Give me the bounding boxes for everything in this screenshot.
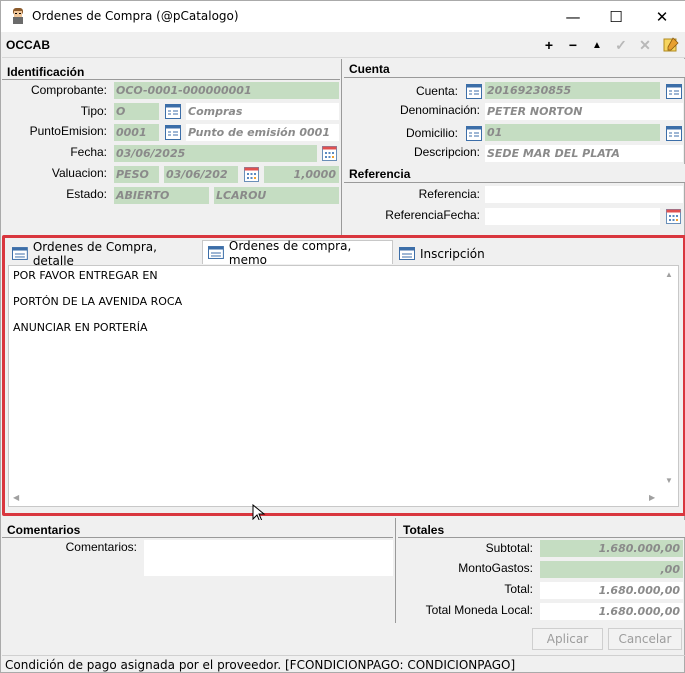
domicilio-label: Domicilio:: [405, 126, 458, 140]
total-moneda-local-label: Total Moneda Local:: [425, 603, 533, 617]
memo-line: ANUNCIAR EN PORTERÍA: [13, 321, 148, 334]
move-up-button[interactable]: ▲: [588, 36, 606, 54]
subtotal-label: Subtotal:: [485, 541, 533, 555]
valuacion-fecha-field[interactable]: 03/06/202: [164, 166, 238, 183]
maximize-button[interactable]: ☐: [593, 1, 639, 32]
cuenta-header: Cuenta: [344, 59, 685, 78]
window-title: Ordenes de Compra (@pCatalogo): [32, 9, 239, 23]
scroll-up-icon[interactable]: ▲: [665, 270, 673, 279]
punto-emision-code-field[interactable]: 0001: [114, 124, 159, 141]
scroll-down-icon[interactable]: ▼: [665, 476, 673, 485]
notes-icon[interactable]: [662, 36, 680, 54]
remove-row-button[interactable]: −: [564, 36, 582, 54]
valuacion-cotizacion-field[interactable]: 1,0000: [264, 166, 339, 183]
aplicar-button[interactable]: Aplicar: [532, 628, 603, 650]
form-icon: [208, 246, 224, 259]
cancel-edit-button[interactable]: ✕: [636, 36, 654, 54]
referencia-field[interactable]: [485, 186, 683, 203]
fecha-field[interactable]: 03/06/2025: [114, 145, 317, 162]
minimize-button[interactable]: —: [550, 1, 596, 32]
calendar-icon[interactable]: [322, 146, 337, 161]
title-bar: Ordenes de Compra (@pCatalogo) — ☐ ✕: [1, 1, 685, 32]
subtotal-field: 1.680.000,00: [540, 540, 683, 557]
comentarios-label: Comentarios:: [65, 540, 137, 554]
estado-label: Estado:: [66, 187, 107, 201]
referencia-fecha-field[interactable]: [485, 208, 660, 225]
panel-divider: [341, 59, 342, 235]
referencia-calendar-icon[interactable]: [666, 209, 681, 224]
valuacion-calendar-icon[interactable]: [244, 167, 259, 182]
memo-line: POR FAVOR ENTREGAR EN: [13, 269, 158, 282]
domicilio-lookup-icon[interactable]: [466, 126, 482, 141]
totales-header: Totales: [398, 520, 685, 538]
estado-usuario-field: LCAROU: [214, 187, 339, 204]
comentarios-field[interactable]: [144, 540, 393, 576]
fecha-label: Fecha:: [70, 145, 107, 159]
valuacion-moneda-field[interactable]: PESO: [114, 166, 159, 183]
referencia-label: Referencia:: [418, 187, 480, 201]
identificacion-header: Identificación: [2, 62, 340, 80]
scroll-right-icon[interactable]: ▶: [649, 493, 655, 502]
valuacion-label: Valuacion:: [51, 166, 107, 180]
close-button[interactable]: ✕: [639, 1, 685, 32]
descripcion-field: SEDE MAR DEL PLATA: [485, 145, 683, 162]
tipo-desc-field: Compras: [186, 103, 339, 120]
tab-detalle-label: Ordenes de Compra, detalle: [32, 239, 157, 268]
monto-gastos-field[interactable]: ,00: [540, 561, 683, 578]
memo-textarea[interactable]: POR FAVOR ENTREGAR EN PORTÓN DE LA AVENI…: [8, 265, 679, 507]
tipo-lookup-icon[interactable]: [165, 104, 181, 119]
estado-field: ABIERTO: [114, 187, 209, 204]
total-moneda-local-field: 1.680.000,00: [540, 603, 683, 620]
total-field: 1.680.000,00: [540, 582, 683, 599]
referencia-fecha-label: ReferenciaFecha:: [385, 208, 480, 222]
tipo-code-field[interactable]: O: [114, 103, 159, 120]
tab-inscripcion[interactable]: Inscripción: [394, 243, 486, 264]
form-id: OCCAB: [6, 38, 50, 52]
memo-line: PORTÓN DE LA AVENIDA ROCA: [13, 295, 183, 308]
scroll-left-icon[interactable]: ◀: [13, 493, 19, 502]
tab-memo-label: Ordenes de compra, memo: [228, 238, 352, 267]
domicilio-field[interactable]: 01: [485, 124, 660, 141]
denominacion-label: Denominación:: [399, 103, 480, 117]
form-icon: [12, 247, 28, 260]
tab-detalle[interactable]: Ordenes de Compra, detalle: [7, 240, 200, 268]
status-bar: Condición de pago asignada por el provee…: [2, 655, 685, 673]
application-window: Ordenes de Compra (@pCatalogo) — ☐ ✕ OCC…: [0, 0, 685, 673]
comprobante-label: Comprobante:: [30, 83, 107, 97]
punto-emision-desc-field: Punto de emisión 0001: [186, 124, 339, 141]
descripcion-label: Descripcion:: [413, 145, 480, 159]
form-icon: [399, 247, 415, 260]
tab-inscripcion-label: Inscripción: [420, 246, 485, 261]
referencia-header: Referencia: [344, 164, 685, 183]
comprobante-field[interactable]: OCO-0001-000000001: [114, 82, 339, 99]
cancelar-button[interactable]: Cancelar: [608, 628, 682, 650]
monto-gastos-label: MontoGastos:: [458, 561, 533, 575]
cuenta-label: Cuenta:: [415, 84, 458, 98]
confirm-button[interactable]: ✓: [612, 36, 630, 54]
tab-memo[interactable]: Ordenes de compra, memo: [202, 238, 393, 267]
cuenta-lookup-icon[interactable]: [466, 84, 482, 99]
comentarios-header: Comentarios: [2, 520, 393, 538]
add-row-button[interactable]: +: [540, 36, 558, 54]
domicilio-detail-icon[interactable]: [666, 126, 682, 141]
app-icon: [13, 8, 23, 24]
bottom-divider: [395, 518, 396, 623]
total-label: Total:: [504, 582, 533, 596]
cuenta-detail-icon[interactable]: [666, 84, 682, 99]
punto-emision-label: PuntoEmision:: [29, 124, 107, 138]
tipo-label: Tipo:: [80, 104, 107, 118]
punto-emision-lookup-icon[interactable]: [165, 125, 181, 140]
cuenta-field[interactable]: 20169230855: [485, 82, 660, 99]
denominacion-field: PETER NORTON: [485, 103, 683, 120]
toolbar: OCCAB + − ▲ ✓ ✕: [2, 32, 685, 58]
